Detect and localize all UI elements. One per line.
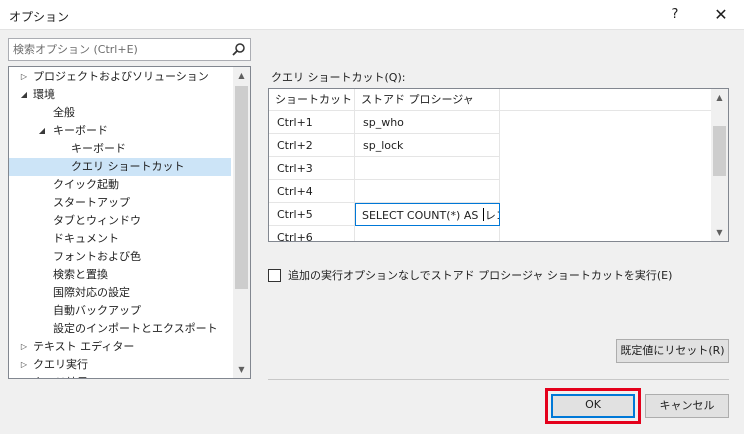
grid-scroll-thumb[interactable] bbox=[713, 126, 726, 176]
close-button[interactable]: ✕ bbox=[706, 3, 736, 27]
procedure-cell[interactable]: sp_who bbox=[355, 111, 500, 134]
tree-item[interactable]: クエリ ショートカット bbox=[9, 158, 231, 176]
tree-item-label: プロジェクトおよびソリューション bbox=[33, 70, 209, 83]
tree-item-label: 環境 bbox=[33, 88, 55, 101]
table-row[interactable]: Ctrl+2 sp_lock bbox=[269, 134, 500, 157]
tree-item-label: 検索と置換 bbox=[53, 268, 108, 281]
table-row[interactable]: Ctrl+5SELECT COUNT(*) AS レコー bbox=[269, 203, 500, 226]
shortcut-key-cell[interactable]: Ctrl+4 bbox=[269, 180, 355, 203]
scroll-up-icon[interactable]: ▲ bbox=[233, 67, 250, 84]
tree-item-label: 全般 bbox=[53, 106, 75, 119]
tree-item-label: スタートアップ bbox=[53, 196, 130, 209]
text-caret bbox=[482, 208, 484, 221]
tree-item-label: ドキュメント bbox=[53, 232, 119, 245]
procedure-cell[interactable] bbox=[355, 226, 500, 241]
tree-item-label: クイック起動 bbox=[53, 178, 119, 191]
footer-divider bbox=[268, 379, 729, 380]
options-tree[interactable]: ▷ プロジェクトおよびソリューション ◢ 環境 全般 ◢ キーボード キーボード クエリ ショー… bbox=[8, 66, 251, 379]
table-row[interactable]: Ctrl+4 bbox=[269, 180, 500, 203]
tree-item[interactable]: ▷ クエリ結果 bbox=[9, 374, 231, 378]
expand-arrow-icon[interactable]: ▷ bbox=[19, 68, 29, 86]
collapse-arrow-icon[interactable]: ◢ bbox=[37, 122, 47, 140]
table-row[interactable]: Ctrl+6 bbox=[269, 226, 500, 241]
shortcut-key-cell[interactable]: Ctrl+1 bbox=[269, 111, 355, 134]
tree-item-label: 国際対応の設定 bbox=[53, 286, 130, 299]
checkbox-box[interactable] bbox=[268, 269, 281, 282]
tree-item[interactable]: スタートアップ bbox=[9, 194, 231, 212]
editor-text-before-caret: SELECT COUNT(*) AS bbox=[362, 209, 482, 222]
tree-item-label: クエリ ショートカット bbox=[71, 160, 185, 173]
expand-arrow-icon[interactable]: ▷ bbox=[19, 374, 29, 378]
tree-item-label: フォントおよび色 bbox=[53, 250, 141, 263]
tree-item[interactable]: 検索と置換 bbox=[9, 266, 231, 284]
tree-item-label: クエリ実行 bbox=[33, 358, 88, 371]
shortcut-key-cell[interactable]: Ctrl+3 bbox=[269, 157, 355, 180]
tree-item-label: 設定のインポートとエクスポート bbox=[53, 322, 218, 335]
tree-item[interactable]: ▷ テキスト エディター bbox=[9, 338, 231, 356]
help-button[interactable]: ? bbox=[660, 3, 690, 27]
tree-item[interactable]: ドキュメント bbox=[9, 230, 231, 248]
tree-item-label: キーボード bbox=[53, 124, 108, 137]
table-row[interactable]: Ctrl+3 bbox=[269, 157, 500, 180]
column-header-procedure[interactable]: ストアド プロシージャ bbox=[355, 89, 500, 111]
tree-item[interactable]: ▷ クエリ実行 bbox=[9, 356, 231, 374]
tree-item[interactable]: ▷ プロジェクトおよびソリューション bbox=[9, 68, 231, 86]
procedure-cell[interactable]: sp_lock bbox=[355, 134, 500, 157]
grid-header: ショートカット ストアド プロシージャ bbox=[269, 89, 712, 111]
procedure-cell[interactable] bbox=[355, 157, 500, 180]
search-icon[interactable] bbox=[231, 42, 246, 57]
tree-item-label: テキスト エディター bbox=[33, 340, 135, 353]
procedure-cell[interactable] bbox=[355, 180, 500, 203]
tree-item[interactable]: ◢ キーボード bbox=[9, 122, 231, 140]
ok-button[interactable]: OK bbox=[551, 394, 635, 418]
tree-item-label: タブとウィンドウ bbox=[53, 214, 141, 227]
tree-item[interactable]: ◢ 環境 bbox=[9, 86, 231, 104]
expand-arrow-icon[interactable]: ▷ bbox=[19, 356, 29, 374]
tree-item[interactable]: クイック起動 bbox=[9, 176, 231, 194]
column-header-shortcut[interactable]: ショートカット bbox=[269, 89, 355, 111]
window-title: オプション bbox=[9, 10, 70, 24]
tree-item[interactable]: 全般 bbox=[9, 104, 231, 122]
tree-scrollbar[interactable]: ▲ ▼ bbox=[233, 67, 250, 378]
title-bar: オプション ? ✕ bbox=[0, 0, 744, 30]
tree-item-label: キーボード bbox=[71, 142, 126, 155]
tree-item-label: クエリ結果 bbox=[33, 374, 88, 378]
tree-item[interactable]: キーボード bbox=[9, 140, 231, 158]
query-shortcuts-label: クエリ ショートカット(Q): bbox=[271, 71, 406, 84]
shortcut-key-cell[interactable]: Ctrl+5 bbox=[269, 203, 355, 226]
tree-item[interactable]: 国際対応の設定 bbox=[9, 284, 231, 302]
scroll-down-icon[interactable]: ▼ bbox=[233, 361, 250, 378]
collapse-arrow-icon[interactable]: ◢ bbox=[19, 86, 29, 104]
checkbox-label[interactable]: 追加の実行オプションなしでストアド プロシージャ ショートカットを実行(E) bbox=[288, 268, 672, 284]
table-row[interactable]: Ctrl+1 sp_who bbox=[269, 111, 500, 134]
tree-scroll-thumb[interactable] bbox=[235, 86, 248, 289]
tree-item[interactable]: フォントおよび色 bbox=[9, 248, 231, 266]
shortcut-key-cell[interactable]: Ctrl+6 bbox=[269, 226, 355, 241]
scroll-up-icon[interactable]: ▲ bbox=[711, 89, 728, 106]
search-input[interactable] bbox=[13, 41, 229, 58]
tree-item[interactable]: 自動バックアップ bbox=[9, 302, 231, 320]
reset-defaults-button[interactable]: 既定値にリセット(R) bbox=[616, 339, 729, 363]
expand-arrow-icon[interactable]: ▷ bbox=[19, 338, 29, 356]
procedure-cell-editor[interactable]: SELECT COUNT(*) AS レコー bbox=[355, 203, 500, 226]
tree-item[interactable]: タブとウィンドウ bbox=[9, 212, 231, 230]
query-shortcuts-grid[interactable]: ショートカット ストアド プロシージャ Ctrl+1 sp_who Ctrl+2 sp… bbox=[268, 88, 729, 242]
cancel-button[interactable]: キャンセル bbox=[645, 394, 729, 418]
grid-scrollbar[interactable]: ▲ ▼ bbox=[711, 89, 728, 241]
options-search-box[interactable] bbox=[8, 38, 251, 61]
column-header-empty bbox=[500, 89, 712, 111]
tree-item-label: 自動バックアップ bbox=[53, 304, 141, 317]
scroll-down-icon[interactable]: ▼ bbox=[711, 224, 728, 241]
tree-item[interactable]: 設定のインポートとエクスポート bbox=[9, 320, 231, 338]
editor-text-after-caret: レコー bbox=[484, 209, 499, 222]
shortcut-key-cell[interactable]: Ctrl+2 bbox=[269, 134, 355, 157]
